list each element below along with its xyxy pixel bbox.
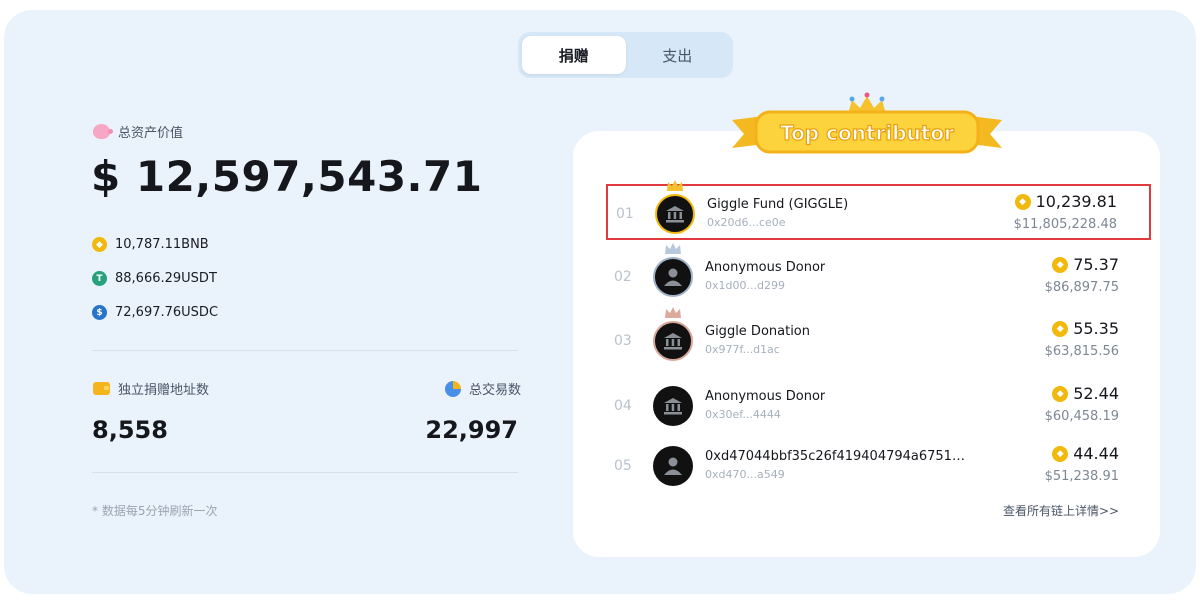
unique-donors-value: 8,558 xyxy=(92,416,168,444)
bnb-amount-value: 44.44 xyxy=(1073,444,1119,463)
bnb-amount: ◆ 44.44 xyxy=(1052,444,1119,463)
bnb-amount-value: 10,239.81 xyxy=(1035,192,1117,211)
top-contributor-title: Top contributor xyxy=(780,121,954,145)
bronze-crown-icon xyxy=(665,307,681,318)
rank: 04 xyxy=(614,398,632,414)
unique-donors-label: 独立捐赠地址数 xyxy=(93,379,209,398)
usdc-coin-icon: $ xyxy=(92,305,107,320)
contributor-name: Anonymous Donor xyxy=(705,389,826,404)
avatar xyxy=(653,257,693,297)
asset-bnb-text: 10,787.11BNB xyxy=(115,237,209,252)
bnb-coin-icon: ◆ xyxy=(1052,320,1069,337)
contributor-name: 0xd47044bbf35c26f419404794a67516a7c5… xyxy=(705,449,970,464)
total-assets-value: $ 12,597,543.71 xyxy=(91,152,483,201)
avatar xyxy=(653,321,693,361)
tab-donation[interactable]: 捐赠 xyxy=(522,36,626,74)
bnb-coin-icon: ◆ xyxy=(92,237,107,252)
asset-usdt: T 88,666.29USDT xyxy=(92,271,217,286)
bnb-coin-icon: ◆ xyxy=(1052,385,1069,402)
usd-amount: $51,238.91 xyxy=(1044,469,1119,484)
contributor-name: Giggle Fund (GIGGLE) xyxy=(707,197,849,212)
bnb-coin-icon: ◆ xyxy=(1014,193,1031,210)
bnb-amount-value: 52.44 xyxy=(1073,384,1119,403)
leaderboard-row[interactable]: 04 Anonymous Donor 0x30ef...4444 ◆ 52.44… xyxy=(606,378,1151,434)
avatar xyxy=(655,194,695,234)
gold-crown-icon xyxy=(667,180,683,191)
usd-amount: $63,815.56 xyxy=(1044,344,1119,359)
total-assets-label: 总资产价值 xyxy=(93,122,183,141)
refresh-note: * 数据每5分钟刷新一次 xyxy=(92,504,218,518)
usd-amount: $11,805,228.48 xyxy=(1013,217,1117,232)
bnb-coin-icon: ◆ xyxy=(1052,445,1069,462)
total-tx-label: 总交易数 xyxy=(445,379,521,398)
rank: 05 xyxy=(614,458,632,474)
asset-usdc-text: 72,697.76USDC xyxy=(115,305,219,320)
total-tx-label-text: 总交易数 xyxy=(469,383,522,398)
usd-amount: $60,458.19 xyxy=(1044,409,1119,424)
leaderboard-row[interactable]: 02 Anonymous Donor 0x1d00...d299 ◆ 75.37… xyxy=(606,243,1151,305)
contributor-address: 0x20d6...ce0e xyxy=(707,216,786,229)
total-assets-label-text: 总资产价值 xyxy=(118,126,184,141)
avatar xyxy=(653,386,693,426)
person-icon xyxy=(664,268,682,286)
rank: 03 xyxy=(614,333,632,349)
divider xyxy=(92,472,518,473)
top-contributor-banner: Top contributor xyxy=(732,92,1002,154)
contributor-address: 0x977f...d1ac xyxy=(705,343,780,356)
leaderboard-row[interactable]: 03 Giggle Donation 0x977f...d1ac ◆ 55.35… xyxy=(606,307,1151,369)
bank-icon xyxy=(664,398,682,415)
pie-chart-icon xyxy=(445,380,461,397)
bnb-amount: ◆ 52.44 xyxy=(1052,384,1119,403)
usd-amount: $86,897.75 xyxy=(1044,280,1119,295)
bnb-amount: ◆ 10,239.81 xyxy=(1014,192,1117,211)
avatar xyxy=(653,446,693,486)
leaderboard-row[interactable]: 01 Giggle Fund (GIGGLE) 0x20d6...ce0e ◆ … xyxy=(606,180,1151,240)
bank-icon xyxy=(666,206,684,223)
silver-crown-icon xyxy=(665,243,681,254)
rank: 01 xyxy=(616,206,634,222)
wallet-icon xyxy=(93,382,110,395)
asset-usdc: $ 72,697.76USDC xyxy=(92,305,218,320)
total-tx-value: 22,997 xyxy=(425,416,518,444)
person-icon xyxy=(664,457,682,475)
leaderboard-row[interactable]: 05 0xd47044bbf35c26f419404794a67516a7c5…… xyxy=(606,438,1151,494)
rank: 02 xyxy=(614,269,632,285)
bnb-amount-value: 55.35 xyxy=(1073,319,1119,338)
contributor-address: 0xd470...a549 xyxy=(705,468,785,481)
usdt-coin-icon: T xyxy=(92,271,107,286)
contributor-name: Anonymous Donor xyxy=(705,260,826,275)
bnb-coin-icon: ◆ xyxy=(1052,256,1069,273)
asset-bnb: ◆ 10,787.11BNB xyxy=(92,237,209,252)
contributor-address: 0x30ef...4444 xyxy=(705,408,781,421)
bnb-amount: ◆ 55.35 xyxy=(1052,319,1119,338)
bnb-amount: ◆ 75.37 xyxy=(1052,255,1119,274)
unique-donors-label-text: 独立捐赠地址数 xyxy=(118,383,210,398)
bank-icon xyxy=(664,333,682,350)
tab-expense[interactable]: 支出 xyxy=(626,36,730,74)
tab-switcher: 捐赠 支出 xyxy=(518,32,733,78)
contributor-address: 0x1d00...d299 xyxy=(705,279,785,292)
bnb-amount-value: 75.37 xyxy=(1073,255,1119,274)
contributor-name: Giggle Donation xyxy=(705,324,811,339)
asset-usdt-text: 88,666.29USDT xyxy=(115,271,217,286)
view-all-onchain-link[interactable]: 查看所有链上详情>> xyxy=(1003,502,1119,519)
divider xyxy=(92,350,518,351)
piggy-bank-icon xyxy=(93,124,113,139)
